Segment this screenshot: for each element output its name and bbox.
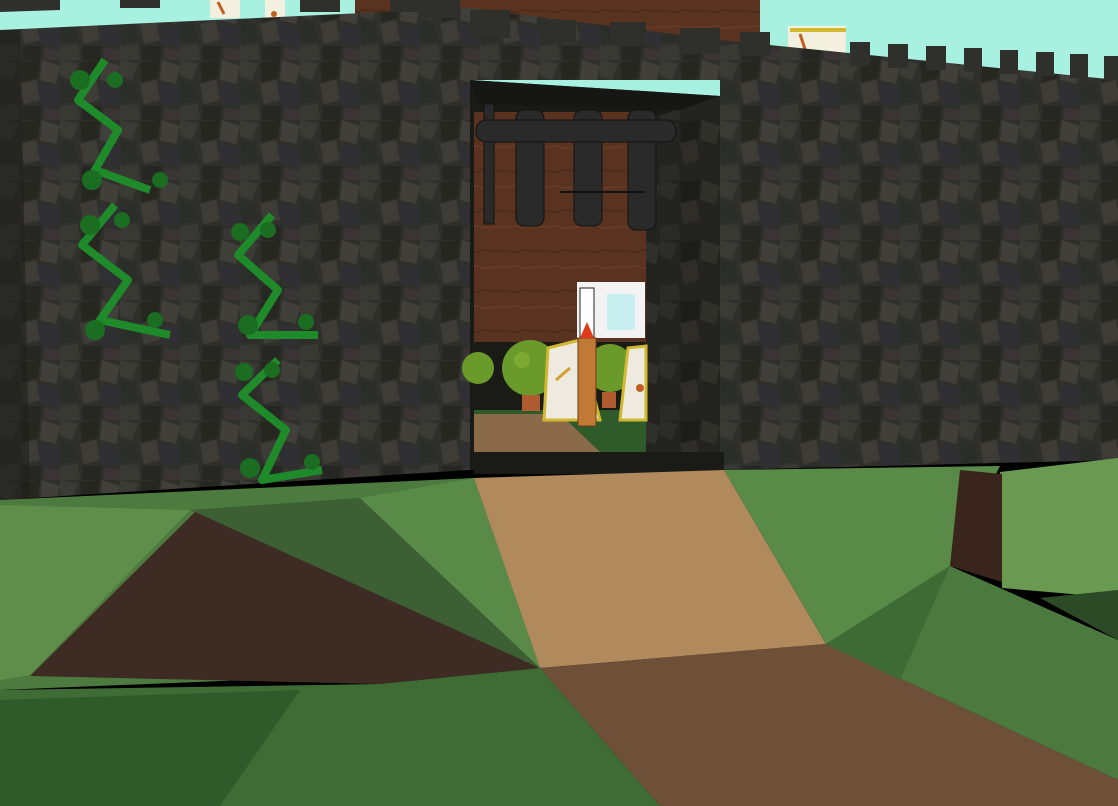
top-banner-left <box>210 0 240 18</box>
scene-svg <box>0 0 1118 806</box>
topiary-bush-left <box>462 352 494 384</box>
gate-threshold <box>474 452 724 474</box>
game-viewport[interactable] <box>0 0 1118 806</box>
terrain[interactable] <box>0 458 1118 806</box>
torch-post[interactable] <box>577 322 597 427</box>
